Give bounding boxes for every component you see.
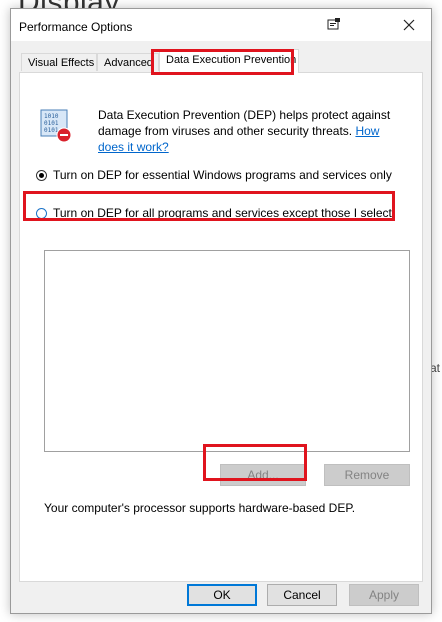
option-all-except-selected-label: Turn on DEP for all programs and service…: [53, 206, 396, 220]
add-button[interactable]: Add...: [220, 464, 306, 486]
svg-text:0101: 0101: [44, 120, 59, 127]
close-icon[interactable]: [397, 15, 421, 35]
dep-description: Data Execution Prevention (DEP) helps pr…: [98, 107, 398, 155]
option-essential-only[interactable]: Turn on DEP for essential Windows progra…: [36, 168, 392, 182]
tab-advanced[interactable]: Advanced: [97, 53, 159, 71]
remove-button[interactable]: Remove: [324, 464, 410, 486]
dep-tab-panel: 1010 0101 0101 Data Execution Prevention…: [19, 72, 423, 582]
svg-text:0101: 0101: [44, 127, 59, 134]
radio-all-except-selected[interactable]: [36, 207, 47, 219]
dep-exceptions-list[interactable]: [44, 250, 410, 452]
cancel-button[interactable]: Cancel: [267, 584, 337, 606]
option-all-except-selected[interactable]: Turn on DEP for all programs and service…: [36, 206, 395, 220]
hardware-dep-support-text: Your computer's processor supports hardw…: [44, 501, 356, 515]
tab-visual-effects[interactable]: Visual Effects: [21, 53, 97, 71]
help-window-icon[interactable]: [321, 15, 345, 35]
ok-button[interactable]: OK: [187, 584, 257, 606]
performance-options-dialog: Performance Options Visual Effects Advan…: [10, 8, 432, 614]
tab-data-execution-prevention[interactable]: Data Execution Prevention: [159, 49, 299, 73]
tab-strip: Visual Effects Advanced Data Execution P…: [19, 49, 425, 73]
radio-essential-only[interactable]: [36, 169, 47, 181]
apply-button[interactable]: Apply: [349, 584, 419, 606]
window-title: Performance Options: [19, 20, 133, 34]
title-bar[interactable]: Performance Options: [11, 9, 431, 41]
dep-description-text: Data Execution Prevention (DEP) helps pr…: [98, 108, 391, 138]
dep-shield-binary-icon: 1010 0101 0101: [38, 107, 76, 145]
option-essential-only-label: Turn on DEP for essential Windows progra…: [53, 168, 392, 182]
svg-text:1010: 1010: [44, 113, 59, 120]
